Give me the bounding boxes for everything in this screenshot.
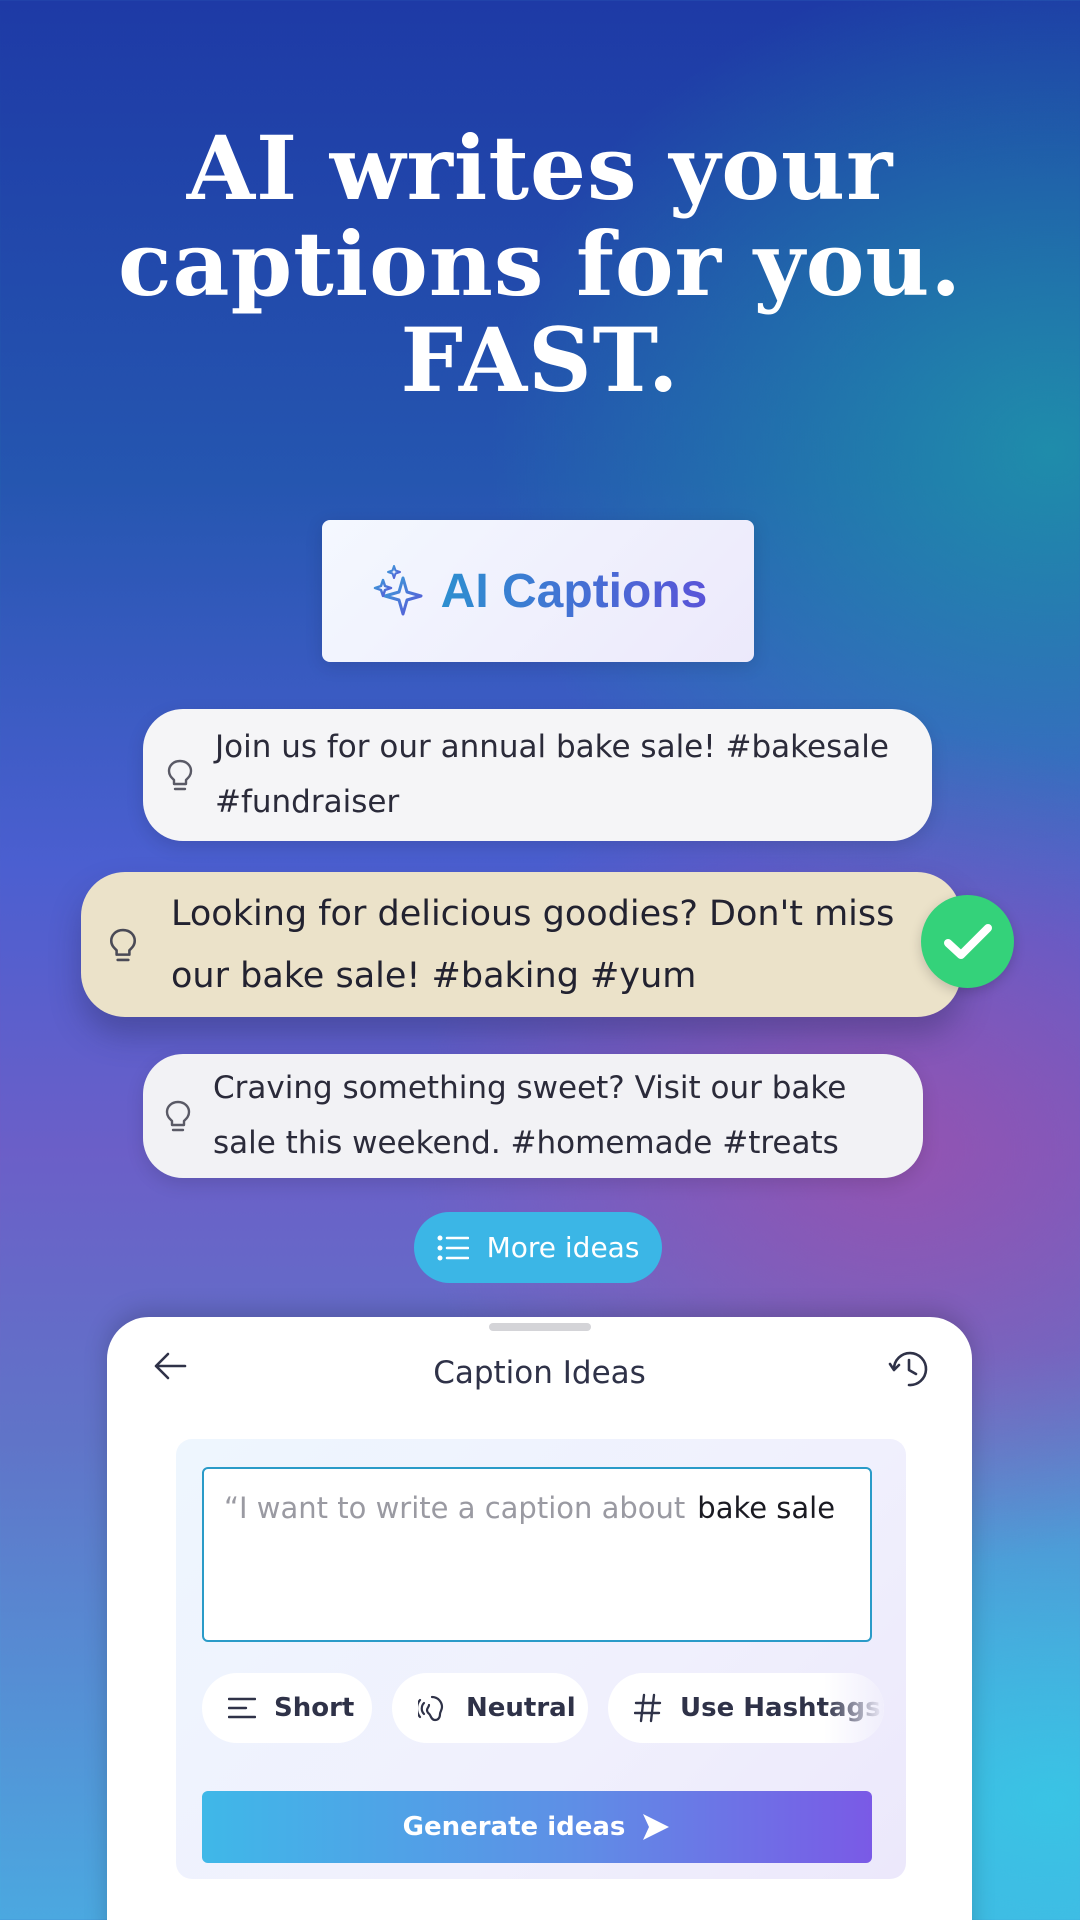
hashtags-option-chip[interactable]: Use Hashtags — [608, 1673, 884, 1743]
headline-line-2: captions for you. — [117, 212, 963, 316]
ai-captions-badge: AI Captions — [322, 520, 754, 662]
text-length-icon — [228, 1697, 256, 1719]
headline-line-1: AI writes your — [186, 116, 894, 220]
more-ideas-button[interactable]: More ideas — [414, 1212, 662, 1283]
caption-card-3[interactable]: Craving something sweet? Visit our bake … — [143, 1054, 923, 1178]
hashtags-option-label: Use Hashtags — [680, 1693, 881, 1723]
prompt-prefix: “I want to write a caption about — [224, 1491, 686, 1525]
caption-topic-input[interactable]: “I want to write a caption about bake sal… — [202, 1467, 872, 1642]
ai-captions-label: AI Captions — [440, 564, 708, 618]
hashtag-icon — [634, 1693, 662, 1723]
more-ideas-label: More ideas — [486, 1231, 640, 1264]
caption-ideas-sheet: Caption Ideas “I want to write a caption… — [107, 1317, 972, 1920]
headline-line-3: FAST. — [400, 308, 680, 412]
lightbulb-icon — [163, 1099, 193, 1133]
caption-card-1[interactable]: Join us for our annual bake sale! #bakes… — [143, 709, 932, 841]
tone-option-label: Neutral — [466, 1693, 576, 1723]
send-icon — [641, 1812, 671, 1842]
length-option-chip[interactable]: Short — [202, 1673, 372, 1743]
lightbulb-icon — [107, 926, 139, 964]
lightbulb-icon — [165, 758, 195, 792]
length-option-label: Short — [274, 1693, 355, 1723]
voice-tone-icon — [418, 1694, 448, 1722]
list-icon — [437, 1235, 469, 1261]
generate-ideas-label: Generate ideas — [402, 1812, 626, 1842]
caption-text-1: Join us for our annual bake sale! #bakes… — [215, 729, 889, 820]
caption-form-panel: “I want to write a caption about bake sal… — [176, 1439, 906, 1879]
sheet-drag-handle[interactable] — [489, 1323, 591, 1331]
caption-card-2-selected[interactable]: Looking for delicious goodies? Don't mis… — [81, 872, 961, 1017]
selected-check-icon — [921, 895, 1014, 988]
generate-ideas-button[interactable]: Generate ideas — [202, 1791, 872, 1863]
headline: AI writes your captions for you. FAST. — [0, 120, 1080, 408]
prompt-value: bake sale — [697, 1491, 836, 1525]
caption-text-2: Looking for delicious goodies? Don't mis… — [171, 893, 895, 996]
history-icon[interactable] — [888, 1349, 930, 1389]
tone-option-chip[interactable]: Neutral — [392, 1673, 588, 1743]
sparkles-icon — [369, 564, 423, 618]
caption-text-3: Craving something sweet? Visit our bake … — [213, 1070, 847, 1161]
sheet-title: Caption Ideas — [433, 1355, 646, 1391]
